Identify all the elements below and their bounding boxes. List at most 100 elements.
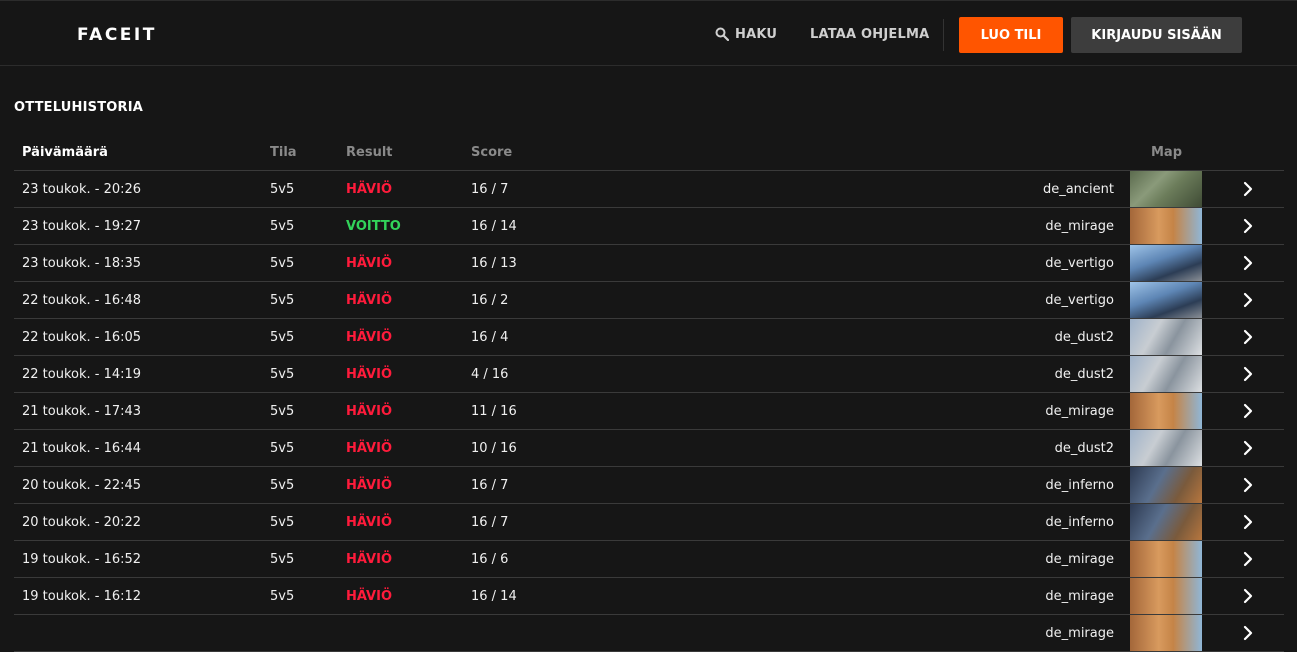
match-row[interactable]: 22 toukok. - 16:05 5v5 HÄVIÖ 16 / 4 de_dust2 xyxy=(14,319,1284,356)
match-score: 16 / 7 xyxy=(471,477,509,493)
match-score: 16 / 2 xyxy=(471,292,509,308)
map-thumbnail xyxy=(1130,578,1202,614)
match-score: 11 / 16 xyxy=(471,403,517,419)
chevron-right-icon[interactable] xyxy=(1240,329,1256,345)
match-history-title: OTTELUHISTORIA xyxy=(14,100,144,115)
match-row[interactable]: de_mirage xyxy=(14,615,1284,652)
match-mode: 5v5 xyxy=(270,440,295,456)
chevron-right-icon[interactable] xyxy=(1240,403,1256,419)
match-map-name: de_mirage xyxy=(1045,218,1114,234)
match-map-name: de_mirage xyxy=(1045,403,1114,419)
login-button[interactable]: KIRJAUDU SISÄÄN xyxy=(1071,17,1242,53)
chevron-right-icon[interactable] xyxy=(1240,218,1256,234)
map-thumbnail xyxy=(1130,467,1202,503)
match-row[interactable]: 19 toukok. - 16:52 5v5 HÄVIÖ 16 / 6 de_mirag… xyxy=(14,541,1284,578)
download-app-label: LATAA OHJELMA xyxy=(810,26,930,42)
match-result: VOITTO xyxy=(346,218,401,234)
chevron-right-icon[interactable] xyxy=(1240,255,1256,271)
match-mode: 5v5 xyxy=(270,181,295,197)
chevron-right-icon[interactable] xyxy=(1240,181,1256,197)
match-map-name: de_mirage xyxy=(1045,625,1114,641)
match-result: HÄVIÖ xyxy=(346,551,393,567)
match-row[interactable]: 22 toukok. - 14:19 5v5 HÄVIÖ 4 / 16 de_dust2 xyxy=(14,356,1284,393)
match-score: 16 / 7 xyxy=(471,514,509,530)
match-date: 23 toukok. - 19:27 xyxy=(22,218,142,234)
chevron-right-icon[interactable] xyxy=(1240,551,1256,567)
match-map-name: de_ancient xyxy=(1042,181,1114,197)
search-link[interactable]: HAKU xyxy=(715,1,777,67)
match-date: 20 toukok. - 22:45 xyxy=(22,477,142,493)
match-mode: 5v5 xyxy=(270,255,295,271)
match-row[interactable]: 21 toukok. - 16:44 5v5 HÄVIÖ 10 / 16 de_dust… xyxy=(14,430,1284,467)
top-navigation-bar: FACEIT HAKU LATAA OHJELMA LUO TILI KIRJA… xyxy=(0,0,1297,66)
match-date: 21 toukok. - 16:44 xyxy=(22,440,142,456)
map-thumbnail xyxy=(1130,430,1202,466)
match-row[interactable]: 20 toukok. - 20:22 5v5 HÄVIÖ 16 / 7 de_infer… xyxy=(14,504,1284,541)
match-history-table: Päivämäärä Tila Result Score Map 23 touk… xyxy=(14,134,1284,652)
match-row[interactable]: 19 toukok. - 16:12 5v5 HÄVIÖ 16 / 14 de_mira… xyxy=(14,578,1284,615)
match-mode: 5v5 xyxy=(270,329,295,345)
match-result: HÄVIÖ xyxy=(346,292,393,308)
column-header-result: Result xyxy=(346,144,393,160)
match-result: HÄVIÖ xyxy=(346,181,393,197)
match-row[interactable]: 22 toukok. - 16:48 5v5 HÄVIÖ 16 / 2 de_verti… xyxy=(14,282,1284,319)
map-thumbnail xyxy=(1130,245,1202,281)
match-score: 16 / 4 xyxy=(471,329,509,345)
map-thumbnail xyxy=(1130,319,1202,355)
map-thumbnail xyxy=(1130,208,1202,244)
chevron-right-icon[interactable] xyxy=(1240,588,1256,604)
match-date: 23 toukok. - 18:35 xyxy=(22,255,142,271)
match-mode: 5v5 xyxy=(270,588,295,604)
match-score: 16 / 7 xyxy=(471,181,509,197)
match-mode: 5v5 xyxy=(270,477,295,493)
match-row[interactable]: 21 toukok. - 17:43 5v5 HÄVIÖ 11 / 16 de_mira… xyxy=(14,393,1284,430)
match-result: HÄVIÖ xyxy=(346,329,393,345)
match-mode: 5v5 xyxy=(270,403,295,419)
search-icon xyxy=(715,27,729,41)
chevron-right-icon[interactable] xyxy=(1240,514,1256,530)
table-header: Päivämäärä Tila Result Score Map xyxy=(14,134,1284,171)
match-map-name: de_dust2 xyxy=(1054,329,1114,345)
match-map-name: de_inferno xyxy=(1045,514,1115,530)
chevron-right-icon[interactable] xyxy=(1240,625,1256,641)
match-date: 22 toukok. - 16:48 xyxy=(22,292,142,308)
match-row[interactable]: 23 toukok. - 18:35 5v5 HÄVIÖ 16 / 13 de_vert… xyxy=(14,245,1284,282)
match-row[interactable]: 20 toukok. - 22:45 5v5 HÄVIÖ 16 / 7 de_infer… xyxy=(14,467,1284,504)
map-thumbnail xyxy=(1130,615,1202,651)
chevron-right-icon[interactable] xyxy=(1240,477,1256,493)
column-header-date: Päivämäärä xyxy=(22,144,108,160)
match-date: 23 toukok. - 20:26 xyxy=(22,181,142,197)
match-result: HÄVIÖ xyxy=(346,366,393,382)
match-date: 22 toukok. - 16:05 xyxy=(22,329,142,345)
nav-divider xyxy=(943,19,944,51)
match-result: HÄVIÖ xyxy=(346,514,393,530)
create-account-button[interactable]: LUO TILI xyxy=(959,17,1063,53)
chevron-right-icon[interactable] xyxy=(1240,366,1256,382)
match-date: 20 toukok. - 20:22 xyxy=(22,514,142,530)
match-result: HÄVIÖ xyxy=(346,403,393,419)
map-thumbnail xyxy=(1130,282,1202,318)
match-result: HÄVIÖ xyxy=(346,440,393,456)
match-score: 4 / 16 xyxy=(471,366,509,382)
download-app-link[interactable]: LATAA OHJELMA xyxy=(810,1,929,67)
match-row[interactable]: 23 toukok. - 19:27 5v5 VOITTO 16 / 14 de_mir… xyxy=(14,208,1284,245)
match-mode: 5v5 xyxy=(270,366,295,382)
match-row[interactable]: 23 toukok. - 20:26 5v5 HÄVIÖ 16 / 7 de_ancie… xyxy=(14,171,1284,208)
match-mode: 5v5 xyxy=(270,218,295,234)
table-body: 23 toukok. - 20:26 5v5 HÄVIÖ 16 / 7 de_ancie… xyxy=(14,171,1284,652)
map-thumbnail xyxy=(1130,171,1202,207)
chevron-right-icon[interactable] xyxy=(1240,292,1256,308)
chevron-right-icon[interactable] xyxy=(1240,440,1256,456)
column-header-mode: Tila xyxy=(270,144,297,160)
faceit-logo[interactable]: FACEIT xyxy=(77,23,157,47)
match-map-name: de_dust2 xyxy=(1054,440,1114,456)
column-header-map: Map xyxy=(1151,144,1183,160)
match-mode: 5v5 xyxy=(270,551,295,567)
match-score: 16 / 14 xyxy=(471,218,517,234)
match-map-name: de_mirage xyxy=(1045,551,1114,567)
match-score: 16 / 14 xyxy=(471,588,517,604)
match-map-name: de_inferno xyxy=(1045,477,1115,493)
column-header-score: Score xyxy=(471,144,513,160)
map-thumbnail xyxy=(1130,541,1202,577)
match-score: 16 / 6 xyxy=(471,551,509,567)
